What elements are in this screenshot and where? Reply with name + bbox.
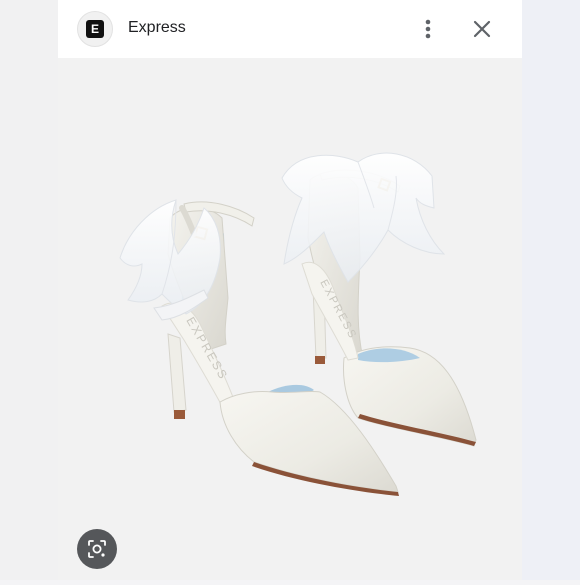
close-button[interactable] [470,17,494,41]
brand-logo-letter: E [86,20,104,38]
site-name[interactable]: Express [128,19,186,37]
site-favicon: E [77,11,113,47]
preview-header: E Express [58,0,522,58]
left-backdrop [0,0,58,580]
right-backdrop [522,0,580,580]
shoe-illustration: EXPRESS EXPRESS [119,152,477,496]
visual-search-button[interactable] [77,529,117,569]
more-vert-icon [425,19,431,39]
product-image[interactable]: EXPRESS EXPRESS [58,58,522,580]
close-icon [473,20,491,38]
visual-search-icon [88,540,106,558]
more-options-button[interactable] [417,16,439,42]
